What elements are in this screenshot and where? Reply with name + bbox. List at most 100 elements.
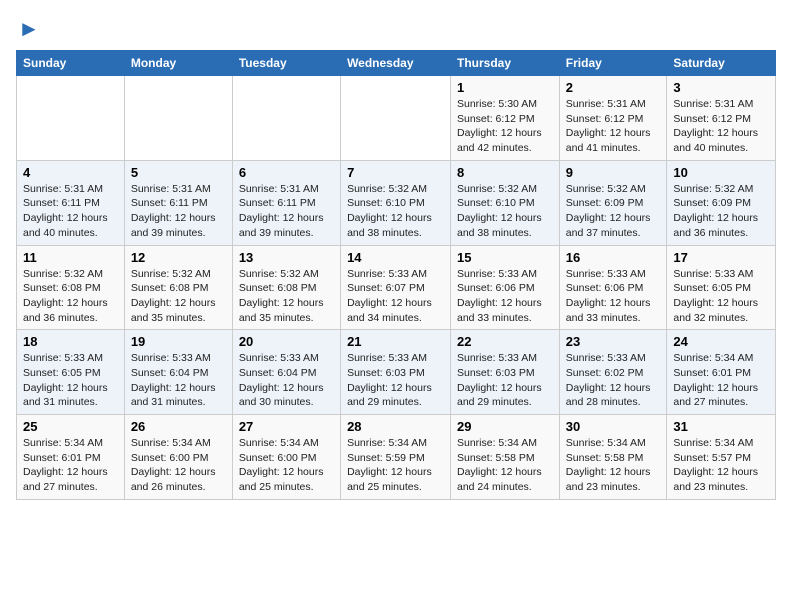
day-number: 15 bbox=[457, 250, 553, 265]
calendar-cell: 20 Sunrise: 5:33 AM Sunset: 6:04 PM Dayli… bbox=[232, 330, 340, 415]
day-number: 4 bbox=[23, 165, 118, 180]
calendar-cell: 7Sunrise: 5:32 AM Sunset: 6:10 PM Daylig… bbox=[341, 160, 451, 245]
calendar-cell: 9 Sunrise: 5:32 AM Sunset: 6:09 PM Daylig… bbox=[559, 160, 667, 245]
calendar-cell: 27 Sunrise: 5:34 AM Sunset: 6:00 PM Dayli… bbox=[232, 415, 340, 500]
calendar-table: SundayMondayTuesdayWednesdayThursdayFrid… bbox=[16, 50, 776, 500]
day-info: Sunrise: 5:31 AM Sunset: 6:12 PM Dayligh… bbox=[673, 97, 769, 156]
calendar-cell: 31 Sunrise: 5:34 AM Sunset: 5:57 PM Dayli… bbox=[667, 415, 776, 500]
calendar-cell: 5Sunrise: 5:31 AM Sunset: 6:11 PM Daylig… bbox=[124, 160, 232, 245]
calendar-cell: 22 Sunrise: 5:33 AM Sunset: 6:03 PM Dayli… bbox=[451, 330, 560, 415]
day-info: Sunrise: 5:33 AM Sunset: 6:05 PM Dayligh… bbox=[673, 267, 769, 326]
day-number: 30 bbox=[566, 419, 661, 434]
day-info: Sunrise: 5:33 AM Sunset: 6:05 PM Dayligh… bbox=[23, 351, 118, 410]
day-number: 22 bbox=[457, 334, 553, 349]
day-number: 27 bbox=[239, 419, 334, 434]
calendar-cell: 2Sunrise: 5:31 AM Sunset: 6:12 PM Daylig… bbox=[559, 76, 667, 161]
header-wednesday: Wednesday bbox=[341, 51, 451, 76]
calendar-cell bbox=[232, 76, 340, 161]
calendar-cell: 16 Sunrise: 5:33 AM Sunset: 6:06 PM Dayli… bbox=[559, 245, 667, 330]
header-thursday: Thursday bbox=[451, 51, 560, 76]
day-info: Sunrise: 5:33 AM Sunset: 6:04 PM Dayligh… bbox=[239, 351, 334, 410]
calendar-cell: 15 Sunrise: 5:33 AM Sunset: 6:06 PM Dayli… bbox=[451, 245, 560, 330]
day-info: Sunrise: 5:33 AM Sunset: 6:03 PM Dayligh… bbox=[347, 351, 444, 410]
day-info: Sunrise: 5:33 AM Sunset: 6:06 PM Dayligh… bbox=[457, 267, 553, 326]
day-number: 11 bbox=[23, 250, 118, 265]
calendar-cell: 24 Sunrise: 5:34 AM Sunset: 6:01 PM Dayli… bbox=[667, 330, 776, 415]
calendar-cell: 3 Sunrise: 5:31 AM Sunset: 6:12 PM Daylig… bbox=[667, 76, 776, 161]
day-info: Sunrise: 5:32 AM Sunset: 6:08 PM Dayligh… bbox=[23, 267, 118, 326]
day-info: Sunrise: 5:34 AM Sunset: 6:01 PM Dayligh… bbox=[23, 436, 118, 495]
day-info: Sunrise: 5:34 AM Sunset: 6:00 PM Dayligh… bbox=[239, 436, 334, 495]
week-row-1: 1 Sunrise: 5:30 AM Sunset: 6:12 PM Daylig… bbox=[17, 76, 776, 161]
day-info: Sunrise: 5:32 AM Sunset: 6:08 PM Dayligh… bbox=[131, 267, 226, 326]
day-info: Sunrise: 5:34 AM Sunset: 5:57 PM Dayligh… bbox=[673, 436, 769, 495]
day-number: 5 bbox=[131, 165, 226, 180]
day-number: 17 bbox=[673, 250, 769, 265]
day-number: 2 bbox=[566, 80, 661, 95]
calendar-cell bbox=[17, 76, 125, 161]
day-info: Sunrise: 5:30 AM Sunset: 6:12 PM Dayligh… bbox=[457, 97, 553, 156]
logo-bird-icon: ► bbox=[18, 16, 40, 42]
calendar-cell: 17 Sunrise: 5:33 AM Sunset: 6:05 PM Dayli… bbox=[667, 245, 776, 330]
calendar-cell: 11 Sunrise: 5:32 AM Sunset: 6:08 PM Dayli… bbox=[17, 245, 125, 330]
logo: ► bbox=[16, 16, 40, 42]
calendar-cell: 13Sunrise: 5:32 AM Sunset: 6:08 PM Dayli… bbox=[232, 245, 340, 330]
calendar-cell: 8Sunrise: 5:32 AM Sunset: 6:10 PM Daylig… bbox=[451, 160, 560, 245]
day-info: Sunrise: 5:33 AM Sunset: 6:03 PM Dayligh… bbox=[457, 351, 553, 410]
calendar-cell: 29 Sunrise: 5:34 AM Sunset: 5:58 PM Dayli… bbox=[451, 415, 560, 500]
day-number: 13 bbox=[239, 250, 334, 265]
day-number: 26 bbox=[131, 419, 226, 434]
calendar-cell: 18 Sunrise: 5:33 AM Sunset: 6:05 PM Dayli… bbox=[17, 330, 125, 415]
week-row-4: 18 Sunrise: 5:33 AM Sunset: 6:05 PM Dayli… bbox=[17, 330, 776, 415]
day-info: Sunrise: 5:34 AM Sunset: 6:01 PM Dayligh… bbox=[673, 351, 769, 410]
day-info: Sunrise: 5:33 AM Sunset: 6:06 PM Dayligh… bbox=[566, 267, 661, 326]
day-info: Sunrise: 5:33 AM Sunset: 6:07 PM Dayligh… bbox=[347, 267, 444, 326]
day-number: 24 bbox=[673, 334, 769, 349]
calendar-cell: 21 Sunrise: 5:33 AM Sunset: 6:03 PM Dayli… bbox=[341, 330, 451, 415]
day-info: Sunrise: 5:34 AM Sunset: 5:58 PM Dayligh… bbox=[457, 436, 553, 495]
day-number: 16 bbox=[566, 250, 661, 265]
calendar-cell bbox=[124, 76, 232, 161]
day-info: Sunrise: 5:33 AM Sunset: 6:02 PM Dayligh… bbox=[566, 351, 661, 410]
calendar-cell: 25 Sunrise: 5:34 AM Sunset: 6:01 PM Dayli… bbox=[17, 415, 125, 500]
calendar-cell: 28 Sunrise: 5:34 AM Sunset: 5:59 PM Dayli… bbox=[341, 415, 451, 500]
header-monday: Monday bbox=[124, 51, 232, 76]
day-info: Sunrise: 5:31 AM Sunset: 6:11 PM Dayligh… bbox=[23, 182, 118, 241]
page-header: ► bbox=[16, 16, 776, 42]
day-number: 23 bbox=[566, 334, 661, 349]
day-info: Sunrise: 5:32 AM Sunset: 6:10 PM Dayligh… bbox=[347, 182, 444, 241]
day-number: 14 bbox=[347, 250, 444, 265]
day-number: 1 bbox=[457, 80, 553, 95]
day-number: 31 bbox=[673, 419, 769, 434]
day-number: 29 bbox=[457, 419, 553, 434]
day-number: 9 bbox=[566, 165, 661, 180]
calendar-cell: 6 Sunrise: 5:31 AM Sunset: 6:11 PM Daylig… bbox=[232, 160, 340, 245]
day-number: 20 bbox=[239, 334, 334, 349]
day-number: 21 bbox=[347, 334, 444, 349]
day-info: Sunrise: 5:32 AM Sunset: 6:09 PM Dayligh… bbox=[673, 182, 769, 241]
day-number: 28 bbox=[347, 419, 444, 434]
calendar-cell: 23 Sunrise: 5:33 AM Sunset: 6:02 PM Dayli… bbox=[559, 330, 667, 415]
day-number: 6 bbox=[239, 165, 334, 180]
header-row: SundayMondayTuesdayWednesdayThursdayFrid… bbox=[17, 51, 776, 76]
day-info: Sunrise: 5:34 AM Sunset: 6:00 PM Dayligh… bbox=[131, 436, 226, 495]
day-info: Sunrise: 5:34 AM Sunset: 5:59 PM Dayligh… bbox=[347, 436, 444, 495]
header-saturday: Saturday bbox=[667, 51, 776, 76]
header-tuesday: Tuesday bbox=[232, 51, 340, 76]
calendar-cell: 19Sunrise: 5:33 AM Sunset: 6:04 PM Dayli… bbox=[124, 330, 232, 415]
day-number: 10 bbox=[673, 165, 769, 180]
day-info: Sunrise: 5:32 AM Sunset: 6:09 PM Dayligh… bbox=[566, 182, 661, 241]
calendar-cell: 30 Sunrise: 5:34 AM Sunset: 5:58 PM Dayli… bbox=[559, 415, 667, 500]
day-number: 25 bbox=[23, 419, 118, 434]
day-info: Sunrise: 5:32 AM Sunset: 6:10 PM Dayligh… bbox=[457, 182, 553, 241]
week-row-3: 11 Sunrise: 5:32 AM Sunset: 6:08 PM Dayli… bbox=[17, 245, 776, 330]
calendar-cell: 1 Sunrise: 5:30 AM Sunset: 6:12 PM Daylig… bbox=[451, 76, 560, 161]
day-number: 18 bbox=[23, 334, 118, 349]
day-info: Sunrise: 5:31 AM Sunset: 6:11 PM Dayligh… bbox=[239, 182, 334, 241]
calendar-cell: 4 Sunrise: 5:31 AM Sunset: 6:11 PM Daylig… bbox=[17, 160, 125, 245]
header-sunday: Sunday bbox=[17, 51, 125, 76]
day-number: 3 bbox=[673, 80, 769, 95]
week-row-2: 4 Sunrise: 5:31 AM Sunset: 6:11 PM Daylig… bbox=[17, 160, 776, 245]
calendar-cell: 10 Sunrise: 5:32 AM Sunset: 6:09 PM Dayli… bbox=[667, 160, 776, 245]
day-info: Sunrise: 5:34 AM Sunset: 5:58 PM Dayligh… bbox=[566, 436, 661, 495]
